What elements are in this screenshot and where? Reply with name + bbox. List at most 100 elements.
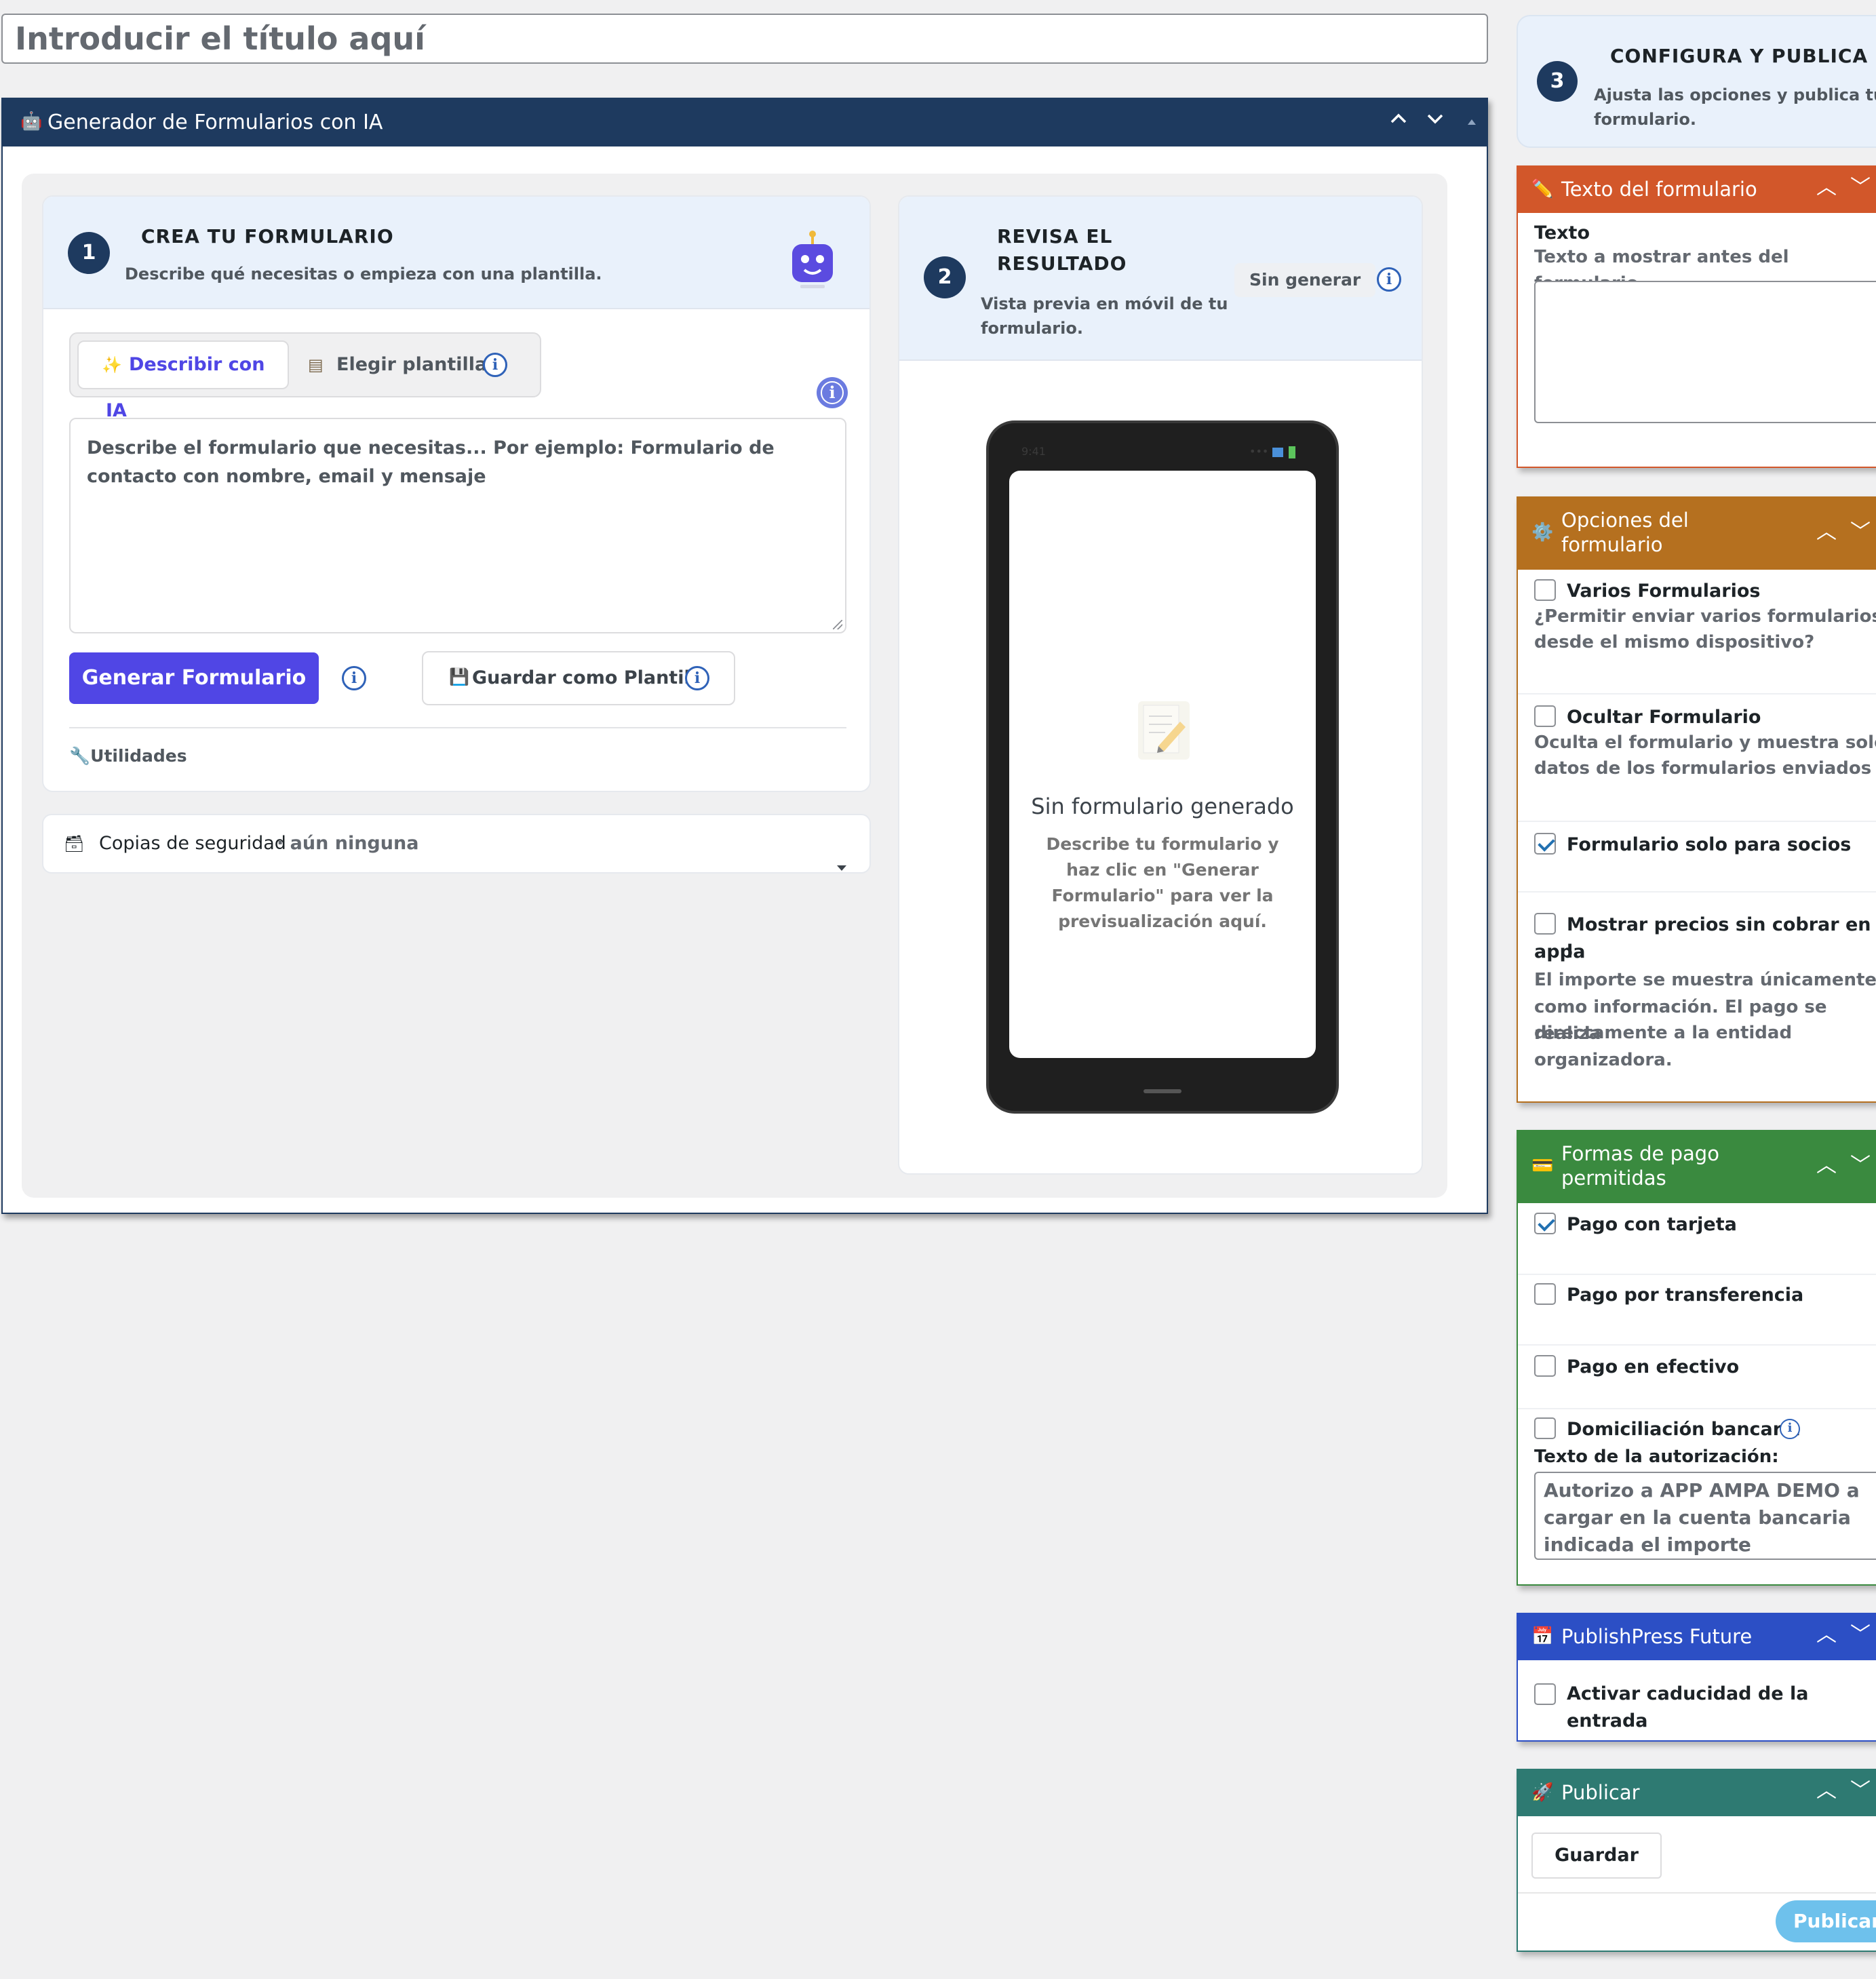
create-form-card: 1 CREA TU FORMULARIO Describe qué necesi…	[42, 195, 871, 792]
save-draft-button[interactable]: Guardar	[1531, 1833, 1662, 1879]
divider	[1518, 693, 1876, 694]
payment-methods-header[interactable]: 💳 Formas de pago permitidas ︿﹀	[1517, 1130, 1876, 1203]
configure-publish-card: 3 CONFIGURA Y PUBLICA Ajusta las opcione…	[1517, 15, 1876, 148]
reorder-arrows-icon[interactable]: ︿﹀	[1816, 520, 1876, 545]
save-template-info-icon[interactable]: i	[685, 666, 709, 690]
chevron-down-icon	[836, 838, 848, 895]
metabox-title: Generador de Formularios con IA	[47, 111, 383, 134]
checkbox-multiple-forms[interactable]	[1534, 579, 1556, 601]
robot-mascot-icon	[788, 229, 837, 290]
generate-form-button[interactable]: Generar Formulario	[69, 652, 319, 704]
form-text-header[interactable]: ✏️ Texto del formulario ︿﹀	[1517, 165, 1876, 213]
utilities-toggle[interactable]: 🔧Utilidades	[69, 746, 187, 766]
phone-mockup: 9:41 ••• Sin formulario generado Describ…	[986, 420, 1339, 1114]
mode-tabs: ✨ Describir con IA ▤ Elegir plantilla i	[69, 332, 541, 421]
move-up-icon[interactable]	[1384, 108, 1413, 138]
preview-header: 2 REVISA EL RESULTADO Vista previa en mó…	[899, 197, 1422, 361]
phone-time: 9:41	[1021, 445, 1046, 458]
step3-subtitle-line1: Ajusta las opciones y publica tu	[1594, 85, 1876, 104]
authorization-textarea[interactable]: Autorizo a APP AMPA DEMO a cargar en la …	[1534, 1472, 1876, 1560]
step1-title: CREA TU FORMULARIO	[141, 225, 394, 248]
collapse-toggle-icon[interactable]	[1457, 108, 1487, 138]
divider	[69, 727, 846, 728]
battery-icon	[1289, 446, 1295, 458]
empty-state-description: Describe tu formulario y haz clic en "Ge…	[1046, 834, 1279, 931]
metabox-header[interactable]: 🤖 Generador de Formularios con IA	[3, 99, 1487, 146]
checkbox-members-only[interactable]	[1534, 833, 1556, 855]
divider	[1518, 821, 1876, 822]
step2-title-line1: REVISA EL	[997, 225, 1113, 248]
checkbox-transfer-payment[interactable]	[1534, 1283, 1556, 1305]
pencil-icon: ✏️	[1531, 179, 1554, 199]
backups-status: · aún ninguna	[277, 833, 419, 854]
reorder-arrows-icon[interactable]: ︿﹀	[1816, 1622, 1876, 1648]
publish-button[interactable]: Publicar	[1776, 1900, 1876, 1942]
phone-screen: Sin formulario generado Describe tu form…	[1009, 471, 1316, 1058]
template-icon: ▤	[308, 355, 324, 374]
wrench-icon: 🔧	[69, 746, 91, 766]
step2-subtitle-line2: formulario.	[981, 319, 1083, 338]
ai-info-icon[interactable]: i	[817, 377, 848, 408]
save-as-template-button[interactable]: 💾 Guardar como Plantilla i	[422, 651, 735, 705]
template-info-icon[interactable]: i	[483, 353, 507, 377]
calendar-icon: 📅	[1531, 1626, 1554, 1647]
checkbox-cash-payment[interactable]	[1534, 1355, 1556, 1377]
memo-pencil-icon	[1138, 701, 1190, 760]
step2-title-line2: RESULTADO	[997, 252, 1127, 275]
tab-describe-ai[interactable]: ✨ Describir con IA	[77, 340, 289, 421]
preview-info-icon[interactable]: i	[1377, 267, 1401, 292]
step-number-2: 2	[924, 256, 966, 298]
checkbox-enable-expiration[interactable]	[1534, 1683, 1556, 1705]
post-title-input[interactable]: Introducir el título aquí	[1, 14, 1488, 64]
step3-title: CONFIGURA Y PUBLICA	[1610, 45, 1869, 67]
move-down-icon[interactable]	[1420, 108, 1450, 138]
divider	[1518, 1892, 1876, 1894]
divider	[1518, 1274, 1876, 1275]
status-badge: Sin generar	[1234, 263, 1376, 297]
credit-card-icon: 💳	[1531, 1156, 1554, 1176]
step-number-3: 3	[1537, 61, 1578, 102]
reorder-arrows-icon[interactable]: ︿﹀	[1816, 175, 1876, 201]
empty-state-title: Sin formulario generado	[1031, 793, 1294, 819]
step-number-1: 1	[68, 232, 110, 274]
floppy-disk-icon: 💾	[449, 667, 469, 686]
preview-card: 2 REVISA EL RESULTADO Vista previa en mó…	[898, 195, 1423, 1175]
robot-icon: 🤖	[20, 111, 43, 132]
backups-accordion[interactable]: 🗃 Copias de seguridad · aún ninguna	[42, 814, 871, 874]
backups-label: Copias de seguridad	[99, 833, 286, 854]
form-options-header[interactable]: ⚙️ Opciones del formulario ︿﹀	[1517, 496, 1876, 570]
step3-subtitle-line2: formulario.	[1594, 110, 1696, 129]
text-field-label: Texto	[1534, 222, 1590, 243]
sparkle-icon: ✨	[102, 355, 122, 374]
publishpress-future-metabox: 📅 PublishPress Future ︿﹀ Activar caducid…	[1517, 1613, 1876, 1742]
wifi-icon	[1272, 448, 1283, 457]
authorization-label: Texto de la autorización:	[1534, 1447, 1779, 1467]
checkbox-direct-debit[interactable]	[1534, 1417, 1556, 1439]
divider	[1518, 1344, 1876, 1346]
checkbox-show-prices[interactable]	[1534, 913, 1556, 935]
form-options-metabox: ⚙️ Opciones del formulario ︿﹀ Varios For…	[1517, 496, 1876, 1103]
form-description-textarea[interactable]: Describe el formulario que necesitas... …	[69, 418, 846, 633]
form-text-metabox: ✏️ Texto del formulario ︿﹀ Texto Texto a…	[1517, 165, 1876, 468]
step2-subtitle-line1: Vista previa en móvil de tu	[981, 294, 1228, 313]
divider	[1518, 891, 1876, 893]
generate-info-icon[interactable]: i	[342, 666, 366, 690]
publish-metabox: 🚀 Publicar ︿﹀ Guardar Publicar	[1517, 1769, 1876, 1952]
signal-icon: •••	[1249, 445, 1269, 458]
step1-subtitle: Describe qué necesitas o empieza con una…	[125, 264, 602, 283]
checkbox-hide-form[interactable]	[1534, 705, 1556, 727]
reorder-arrows-icon[interactable]: ︿﹀	[1816, 1778, 1876, 1804]
form-text-textarea[interactable]	[1534, 281, 1876, 423]
rocket-icon: 🚀	[1531, 1782, 1554, 1803]
checkbox-card-payment[interactable]	[1534, 1213, 1556, 1234]
publish-header[interactable]: 🚀 Publicar ︿﹀	[1517, 1769, 1876, 1816]
resize-handle-icon[interactable]	[833, 620, 842, 629]
home-indicator	[1144, 1089, 1181, 1093]
payment-methods-metabox: 💳 Formas de pago permitidas ︿﹀ Pago con …	[1517, 1130, 1876, 1586]
divider	[1518, 1408, 1876, 1409]
gear-icon: ⚙️	[1531, 522, 1554, 543]
publishpress-future-header[interactable]: 📅 PublishPress Future ︿﹀	[1517, 1613, 1876, 1660]
archive-box-icon: 🗃	[64, 834, 85, 853]
direct-debit-info-icon[interactable]: i	[1780, 1419, 1800, 1439]
reorder-arrows-icon[interactable]: ︿﹀	[1816, 1153, 1876, 1179]
